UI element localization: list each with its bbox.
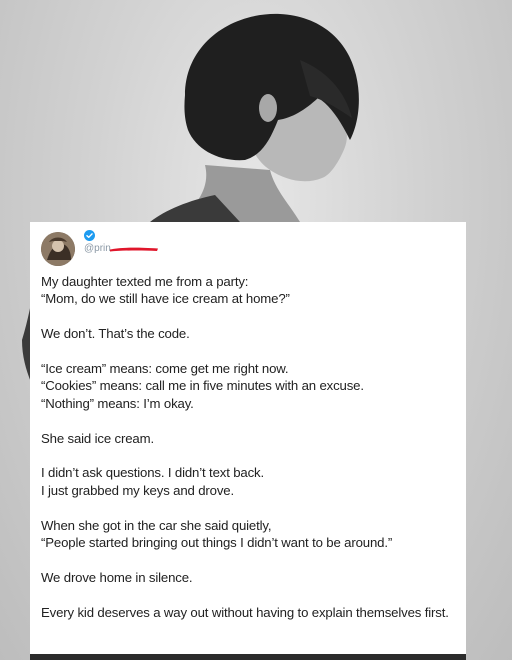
- user-handle[interactable]: @prin: [84, 243, 111, 254]
- handle-row: @prin: [84, 243, 159, 254]
- handle-redaction-mark: [109, 247, 158, 251]
- post-text: My daughter texted me from a party: “Mom…: [41, 273, 456, 621]
- post-paragraph: When she got in the car she said quietly…: [41, 517, 393, 551]
- post-paragraph: We don’t. That’s the code.: [41, 326, 190, 342]
- post-paragraph: “Ice cream” means: come get me right now…: [41, 361, 364, 411]
- post-paragraph: I didn’t ask questions. I didn’t text ba…: [41, 465, 264, 498]
- post-header: @prin: [41, 230, 456, 270]
- post-card: @prin My daughter texted me from a party…: [30, 222, 466, 654]
- post-paragraph: My daughter texted me from a party: “Mom…: [41, 274, 290, 307]
- post-meta: @prin: [84, 230, 159, 254]
- avatar[interactable]: [41, 232, 75, 266]
- post-paragraph: Every kid deserves a way out without hav…: [41, 604, 449, 620]
- avatar-image: [41, 232, 75, 266]
- post-paragraph: We drove home in silence.: [41, 569, 193, 585]
- post-paragraph: She said ice cream.: [41, 430, 154, 446]
- verified-badge-icon: [84, 230, 95, 241]
